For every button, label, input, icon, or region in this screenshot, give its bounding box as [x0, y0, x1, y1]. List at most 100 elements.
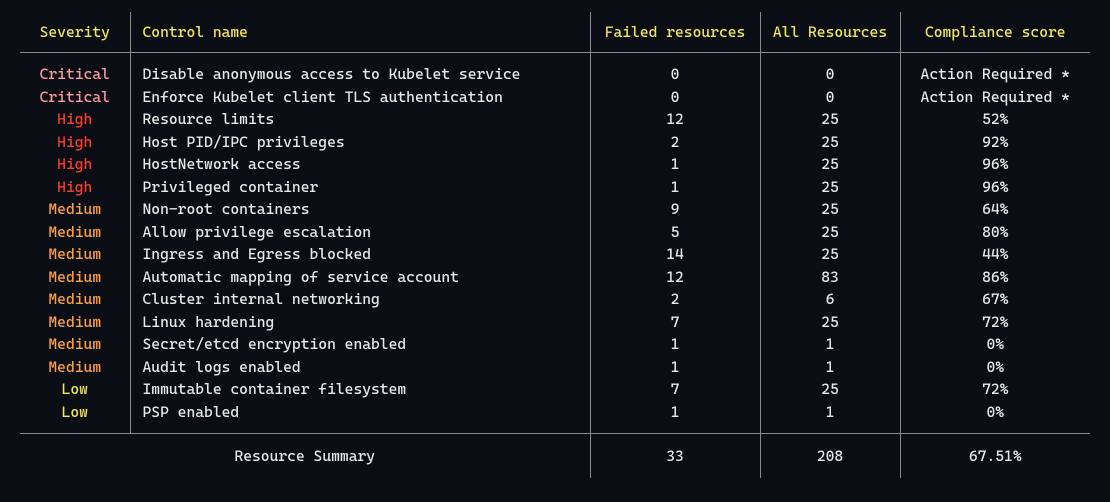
header-failed: Failed resources	[590, 12, 760, 53]
compliance-cell: 92%	[900, 131, 1090, 154]
all-cell: 25	[760, 131, 900, 154]
severity-cell: Medium	[20, 356, 130, 379]
all-cell: 25	[760, 153, 900, 176]
control-cell: Ingress and Egress blocked	[130, 243, 590, 266]
summary-label: Resource Summary	[20, 434, 590, 479]
control-cell: PSP enabled	[130, 401, 590, 434]
all-cell: 83	[760, 266, 900, 289]
control-cell: Privileged container	[130, 176, 590, 199]
all-cell: 25	[760, 108, 900, 131]
header-severity: Severity	[20, 12, 130, 53]
failed-cell: 5	[590, 221, 760, 244]
all-cell: 25	[760, 311, 900, 334]
table-body: CriticalDisable anonymous access to Kube…	[20, 53, 1090, 434]
control-cell: Allow privilege escalation	[130, 221, 590, 244]
compliance-cell: 52%	[900, 108, 1090, 131]
failed-cell: 12	[590, 108, 760, 131]
control-cell: Linux hardening	[130, 311, 590, 334]
all-cell: 25	[760, 176, 900, 199]
table-row: MediumIngress and Egress blocked142544%	[20, 243, 1090, 266]
severity-cell: Low	[20, 378, 130, 401]
compliance-cell: 0%	[900, 401, 1090, 434]
header-compliance: Compliance score	[900, 12, 1090, 53]
table-row: HighHostNetwork access12596%	[20, 153, 1090, 176]
compliance-cell: 44%	[900, 243, 1090, 266]
severity-cell: Medium	[20, 266, 130, 289]
table-row: MediumAutomatic mapping of service accou…	[20, 266, 1090, 289]
compliance-cell: Action Required *	[900, 86, 1090, 109]
table-row: MediumAllow privilege escalation52580%	[20, 221, 1090, 244]
header-all: All Resources	[760, 12, 900, 53]
failed-cell: 2	[590, 131, 760, 154]
all-cell: 25	[760, 378, 900, 401]
failed-cell: 1	[590, 333, 760, 356]
control-cell: Secret/etcd encryption enabled	[130, 333, 590, 356]
control-cell: Immutable container filesystem	[130, 378, 590, 401]
summary-all: 208	[760, 434, 900, 479]
failed-cell: 1	[590, 401, 760, 434]
table-row: MediumNon-root containers92564%	[20, 198, 1090, 221]
compliance-cell: 0%	[900, 333, 1090, 356]
severity-cell: Critical	[20, 86, 130, 109]
summary-compliance: 67.51%	[900, 434, 1090, 479]
severity-cell: Medium	[20, 221, 130, 244]
control-cell: Non-root containers	[130, 198, 590, 221]
failed-cell: 7	[590, 378, 760, 401]
table-row: CriticalEnforce Kubelet client TLS authe…	[20, 86, 1090, 109]
control-cell: Audit logs enabled	[130, 356, 590, 379]
header-control-name: Control name	[130, 12, 590, 53]
severity-cell: High	[20, 108, 130, 131]
table-row: MediumLinux hardening72572%	[20, 311, 1090, 334]
severity-cell: Critical	[20, 53, 130, 86]
compliance-cell: 64%	[900, 198, 1090, 221]
control-cell: Disable anonymous access to Kubelet serv…	[130, 53, 590, 86]
control-cell: Resource limits	[130, 108, 590, 131]
compliance-table: Severity Control name Failed resources A…	[20, 12, 1090, 478]
failed-cell: 1	[590, 176, 760, 199]
all-cell: 0	[760, 86, 900, 109]
failed-cell: 1	[590, 356, 760, 379]
severity-cell: Medium	[20, 333, 130, 356]
table-row: LowPSP enabled110%	[20, 401, 1090, 434]
control-cell: HostNetwork access	[130, 153, 590, 176]
compliance-cell: 80%	[900, 221, 1090, 244]
table-row: HighHost PID/IPC privileges22592%	[20, 131, 1090, 154]
compliance-cell: 0%	[900, 356, 1090, 379]
all-cell: 6	[760, 288, 900, 311]
table-row: HighResource limits122552%	[20, 108, 1090, 131]
compliance-cell: 67%	[900, 288, 1090, 311]
failed-cell: 1	[590, 153, 760, 176]
compliance-report: Severity Control name Failed resources A…	[0, 0, 1110, 484]
compliance-cell: Action Required *	[900, 53, 1090, 86]
all-cell: 0	[760, 53, 900, 86]
failed-cell: 7	[590, 311, 760, 334]
failed-cell: 14	[590, 243, 760, 266]
table-row: MediumAudit logs enabled110%	[20, 356, 1090, 379]
severity-cell: Medium	[20, 288, 130, 311]
failed-cell: 0	[590, 53, 760, 86]
failed-cell: 0	[590, 86, 760, 109]
control-cell: Host PID/IPC privileges	[130, 131, 590, 154]
failed-cell: 12	[590, 266, 760, 289]
table-row: LowImmutable container filesystem72572%	[20, 378, 1090, 401]
table-row: MediumSecret/etcd encryption enabled110%	[20, 333, 1090, 356]
severity-cell: High	[20, 176, 130, 199]
all-cell: 25	[760, 243, 900, 266]
failed-cell: 2	[590, 288, 760, 311]
control-cell: Automatic mapping of service account	[130, 266, 590, 289]
compliance-cell: 96%	[900, 176, 1090, 199]
severity-cell: High	[20, 131, 130, 154]
summary-failed: 33	[590, 434, 760, 479]
summary-row: Resource Summary 33 208 67.51%	[20, 434, 1090, 479]
severity-cell: Medium	[20, 198, 130, 221]
compliance-cell: 72%	[900, 378, 1090, 401]
all-cell: 1	[760, 401, 900, 434]
all-cell: 25	[760, 198, 900, 221]
control-cell: Enforce Kubelet client TLS authenticatio…	[130, 86, 590, 109]
table-row: MediumCluster internal networking2667%	[20, 288, 1090, 311]
all-cell: 25	[760, 221, 900, 244]
table-row: HighPrivileged container12596%	[20, 176, 1090, 199]
compliance-cell: 72%	[900, 311, 1090, 334]
compliance-cell: 96%	[900, 153, 1090, 176]
severity-cell: Medium	[20, 243, 130, 266]
